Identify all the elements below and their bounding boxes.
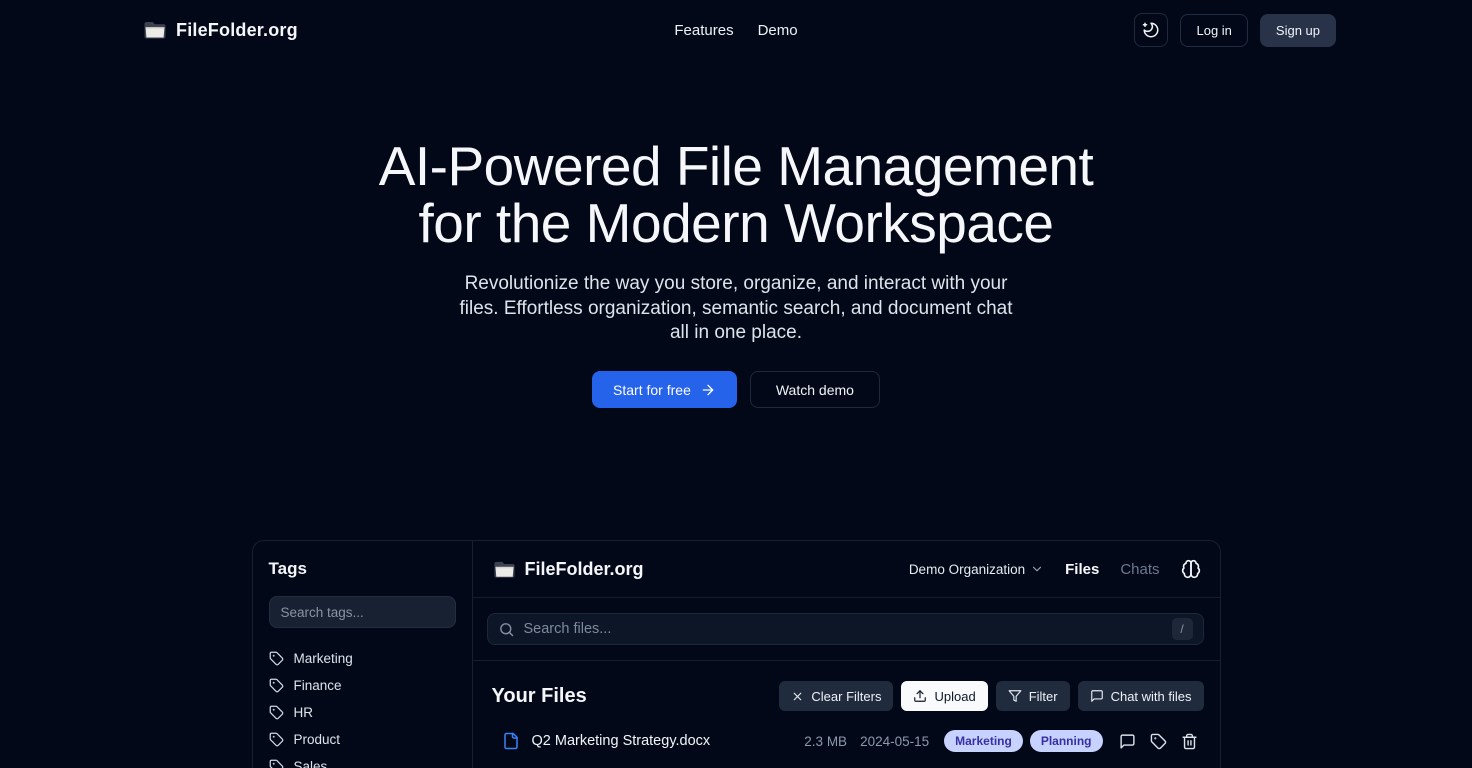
- theme-toggle-button[interactable]: [1134, 13, 1168, 47]
- file-icon: [502, 732, 520, 750]
- file-tag-badge-marketing[interactable]: Marketing: [944, 730, 1023, 752]
- slash-shortcut-key: /: [1172, 618, 1193, 640]
- signup-button[interactable]: Sign up: [1260, 14, 1336, 47]
- filter-funnel-icon: [1008, 689, 1022, 703]
- chat-file-button[interactable]: [1119, 733, 1136, 750]
- tag-label: HR: [294, 705, 314, 720]
- site-logo[interactable]: FileFolder.org: [143, 18, 298, 42]
- top-navbar: FileFolder.org Features Demo Log in Sign…: [0, 0, 1472, 60]
- tag-item-sales[interactable]: Sales: [269, 753, 456, 768]
- files-section: Your Files Clear Filters: [473, 661, 1220, 768]
- tab-files[interactable]: Files: [1065, 561, 1099, 578]
- hero-title: AI-Powered File Management for the Moder…: [0, 138, 1472, 252]
- file-tag-badge-planning[interactable]: Planning: [1030, 730, 1103, 752]
- tag-file-button[interactable]: [1150, 733, 1167, 750]
- message-square-icon: [1090, 689, 1104, 703]
- upload-icon: [913, 689, 927, 703]
- files-section-title: Your Files: [492, 685, 587, 708]
- chat-with-files-label: Chat with files: [1111, 689, 1192, 704]
- navbar-actions: Log in Sign up: [1134, 13, 1336, 47]
- moon-star-icon: [1142, 21, 1160, 39]
- hero-subtitle: Revolutionize the way you store, organiz…: [452, 272, 1020, 345]
- tag-item-hr[interactable]: HR: [269, 699, 456, 726]
- files-header-row: Your Files Clear Filters: [492, 681, 1204, 711]
- nav-link-demo[interactable]: Demo: [758, 22, 798, 39]
- delete-file-button[interactable]: [1181, 733, 1198, 750]
- hero-title-line1: AI-Powered File Management: [379, 135, 1094, 197]
- tag-icon: [1150, 733, 1167, 750]
- hero-section: AI-Powered File Management for the Moder…: [0, 138, 1472, 408]
- org-selector[interactable]: Demo Organization: [909, 562, 1044, 577]
- start-for-free-button[interactable]: Start for free: [592, 371, 737, 408]
- arrow-right-icon: [700, 382, 716, 398]
- tag-icon: [269, 678, 284, 693]
- filter-label: Filter: [1029, 689, 1058, 704]
- tag-item-finance[interactable]: Finance: [269, 672, 456, 699]
- watch-demo-button[interactable]: Watch demo: [750, 371, 880, 408]
- tag-icon: [269, 732, 284, 747]
- demo-app-title: FileFolder.org: [525, 559, 644, 580]
- demo-app-panel: Tags Marketing: [252, 540, 1221, 768]
- tag-icon: [269, 759, 284, 768]
- login-button[interactable]: Log in: [1180, 14, 1247, 47]
- tag-label: Marketing: [294, 651, 353, 666]
- clear-filters-button[interactable]: Clear Filters: [779, 681, 893, 711]
- upload-label: Upload: [934, 689, 975, 704]
- x-icon: [791, 690, 804, 703]
- tags-sidebar: Tags Marketing: [253, 541, 473, 768]
- file-row-right: 2.3 MB 2024-05-15 Marketing Planning: [804, 730, 1197, 752]
- tags-sidebar-title: Tags: [269, 559, 456, 579]
- folder-icon: [493, 558, 516, 581]
- start-for-free-label: Start for free: [613, 382, 691, 398]
- search-files-input[interactable]: [515, 621, 1172, 637]
- clear-filters-label: Clear Filters: [811, 689, 881, 704]
- file-search-row: /: [473, 598, 1220, 661]
- trash-icon: [1181, 733, 1198, 750]
- tag-item-marketing[interactable]: Marketing: [269, 645, 456, 672]
- chevron-down-icon: [1030, 562, 1044, 576]
- file-search-box[interactable]: /: [487, 613, 1204, 645]
- tag-label: Product: [294, 732, 341, 747]
- nav-link-features[interactable]: Features: [674, 22, 733, 39]
- tab-chats[interactable]: Chats: [1120, 561, 1159, 578]
- file-date: 2024-05-15: [860, 734, 929, 749]
- org-selector-label: Demo Organization: [909, 562, 1025, 577]
- tag-icon: [269, 651, 284, 666]
- tag-label: Finance: [294, 678, 342, 693]
- hero-title-line2: for the Modern Workspace: [418, 192, 1053, 254]
- site-title: FileFolder.org: [176, 20, 298, 41]
- brain-icon: [1181, 559, 1201, 579]
- search-tags-input[interactable]: [269, 596, 456, 628]
- filter-button[interactable]: Filter: [996, 681, 1070, 711]
- tag-item-product[interactable]: Product: [269, 726, 456, 753]
- file-row[interactable]: Q2 Marketing Strategy.docx 2.3 MB 2024-0…: [492, 723, 1204, 759]
- tag-list: Marketing Finance: [269, 645, 456, 768]
- ai-brain-button[interactable]: [1181, 559, 1201, 579]
- demo-app-header: FileFolder.org Demo Organization Files C…: [473, 541, 1220, 598]
- chat-with-files-button[interactable]: Chat with files: [1078, 681, 1204, 711]
- demo-app-wrapper: Tags Marketing: [0, 540, 1472, 768]
- main-nav: Features Demo: [674, 0, 797, 60]
- tag-label: Sales: [294, 759, 328, 768]
- message-square-icon: [1119, 733, 1136, 750]
- folder-icon: [143, 18, 167, 42]
- hero-cta-row: Start for free Watch demo: [0, 371, 1472, 408]
- demo-main-column: FileFolder.org Demo Organization Files C…: [473, 541, 1220, 768]
- upload-button[interactable]: Upload: [901, 681, 987, 711]
- search-icon: [498, 621, 515, 638]
- demo-header-right: Demo Organization Files Chats: [909, 559, 1201, 579]
- demo-app-logo[interactable]: FileFolder.org: [493, 558, 644, 581]
- file-row-actions: [1119, 733, 1198, 750]
- file-size: 2.3 MB: [804, 734, 847, 749]
- file-name: Q2 Marketing Strategy.docx: [532, 733, 711, 749]
- files-action-buttons: Clear Filters Upload: [779, 681, 1203, 711]
- tag-icon: [269, 705, 284, 720]
- file-row-left: Q2 Marketing Strategy.docx: [502, 732, 711, 750]
